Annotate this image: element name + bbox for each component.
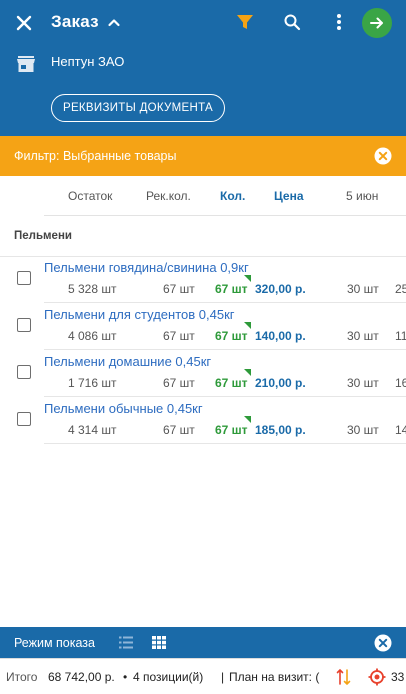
next-button[interactable] [362,8,392,38]
stock-value: 4 086 шт [68,329,117,343]
column-price[interactable]: Цена [274,189,304,203]
column-quantity[interactable]: Кол. [220,189,245,203]
date-qty-value: 30 шт [347,282,379,296]
totals-sum: 68 742,00 р. [48,670,115,684]
price-value: 210,00 р. [255,376,306,390]
more-button[interactable] [329,11,349,33]
totals-bar: Итого 68 742,00 р. • 4 позиции(й) | План… [0,658,406,694]
date-qty-value: 30 шт [347,329,379,343]
grid-view-button[interactable] [152,636,166,649]
edited-marker-icon [244,369,251,376]
visit-plan: План на визит: ( [229,670,320,684]
stock-value: 1 716 шт [68,376,117,390]
column-headers: Остаток Рек.кол. Кол. Цена 5 июн [0,176,406,216]
column-stock[interactable]: Остаток [68,189,112,203]
quantity-value[interactable]: 67 шт [215,423,248,437]
display-mode-label: Режим показа [14,636,95,650]
row-divider [44,443,406,444]
order-screen: Заказ Нептун ЗАО РЕКВИЗИТЫ ДОКУМЕНТА Фил… [0,0,406,694]
product-name[interactable]: Пельмени домашние 0,45кг [44,354,211,369]
quantity-value[interactable]: 67 шт [215,329,248,343]
quantity-value[interactable]: 67 шт [215,282,248,296]
target-value: 33 [391,670,405,684]
search-button[interactable] [281,11,303,33]
price-value: 185,00 р. [255,423,306,437]
product-row[interactable]: Пельмени домашние 0,45кг 1 716 шт 67 шт … [0,350,406,397]
document-requisites-button[interactable]: РЕКВИЗИТЫ ДОКУМЕНТА [51,94,225,122]
edited-marker-icon [244,416,251,423]
totals-label: Итого [6,670,38,684]
arrow-right-icon [370,17,383,29]
product-name[interactable]: Пельмени для студентов 0,45кг [44,307,235,322]
filter-text: Фильтр: Выбранные товары [14,149,177,163]
product-row[interactable]: Пельмени говядина/свинина 0,9кг 5 328 шт… [0,256,406,303]
totals-bullet: • [123,670,128,684]
close-icon [16,15,32,31]
product-row[interactable]: Пельмени обычные 0,45кг 4 314 шт 67 шт 6… [0,397,406,444]
header-divider [44,215,406,216]
quantity-value[interactable]: 67 шт [215,376,248,390]
grid-view-icon [152,636,166,649]
column-date[interactable]: 5 июн [346,189,378,203]
row-checkbox[interactable] [17,318,31,332]
price-value: 140,00 р. [255,329,306,343]
totals-divider: | [221,670,225,684]
column-recommended[interactable]: Рек.кол. [146,189,191,203]
next-date-value: 25 [395,282,406,296]
target-icon [368,668,386,686]
next-date-value: 16 [395,376,406,390]
recommended-value: 67 шт [163,376,195,390]
product-name[interactable]: Пельмени обычные 0,45кг [44,401,203,416]
close-circle-icon [374,147,392,165]
contractor-name: Нептун ЗАО [51,54,125,69]
page-title: Заказ [51,12,99,31]
row-checkbox[interactable] [17,365,31,379]
sort-button[interactable] [336,667,352,687]
more-vert-icon [337,14,341,30]
filter-bar: Фильтр: Выбранные товары [0,136,406,176]
filter-icon [237,15,253,29]
edited-marker-icon [244,275,251,282]
recommended-value: 67 шт [163,423,195,437]
row-checkbox[interactable] [17,412,31,426]
list-view-icon [119,636,133,649]
title-expand-button[interactable] [107,14,121,30]
product-row[interactable]: Пельмени для студентов 0,45кг 4 086 шт 6… [0,303,406,350]
price-value: 320,00 р. [255,282,306,296]
group-title: Пельмени [14,230,72,242]
recommended-value: 67 шт [163,329,195,343]
stock-value: 5 328 шт [68,282,117,296]
date-qty-value: 30 шт [347,376,379,390]
filter-button[interactable] [234,11,256,33]
search-icon [284,14,301,31]
close-button[interactable] [14,13,34,33]
display-mode-bar: Режим показа [0,627,406,658]
product-name[interactable]: Пельмени говядина/свинина 0,9кг [44,260,249,275]
chevron-up-icon [108,19,120,27]
edited-marker-icon [244,322,251,329]
store-icon [16,55,36,73]
recommended-value: 67 шт [163,282,195,296]
next-date-value: 11 [395,329,406,343]
totals-positions: 4 позиции(й) [133,670,204,684]
row-checkbox[interactable] [17,271,31,285]
close-circle-icon [374,634,392,652]
target-button[interactable] [368,668,386,686]
app-header: Заказ Нептун ЗАО РЕКВИЗИТЫ ДОКУМЕНТА [0,0,406,136]
next-date-value: 14 [395,423,406,437]
clear-filter-button[interactable] [374,147,392,165]
close-mode-bar-button[interactable] [374,634,392,652]
list-view-button[interactable] [119,636,133,649]
date-qty-value: 30 шт [347,423,379,437]
sort-arrows-icon [336,668,351,686]
stock-value: 4 314 шт [68,423,117,437]
